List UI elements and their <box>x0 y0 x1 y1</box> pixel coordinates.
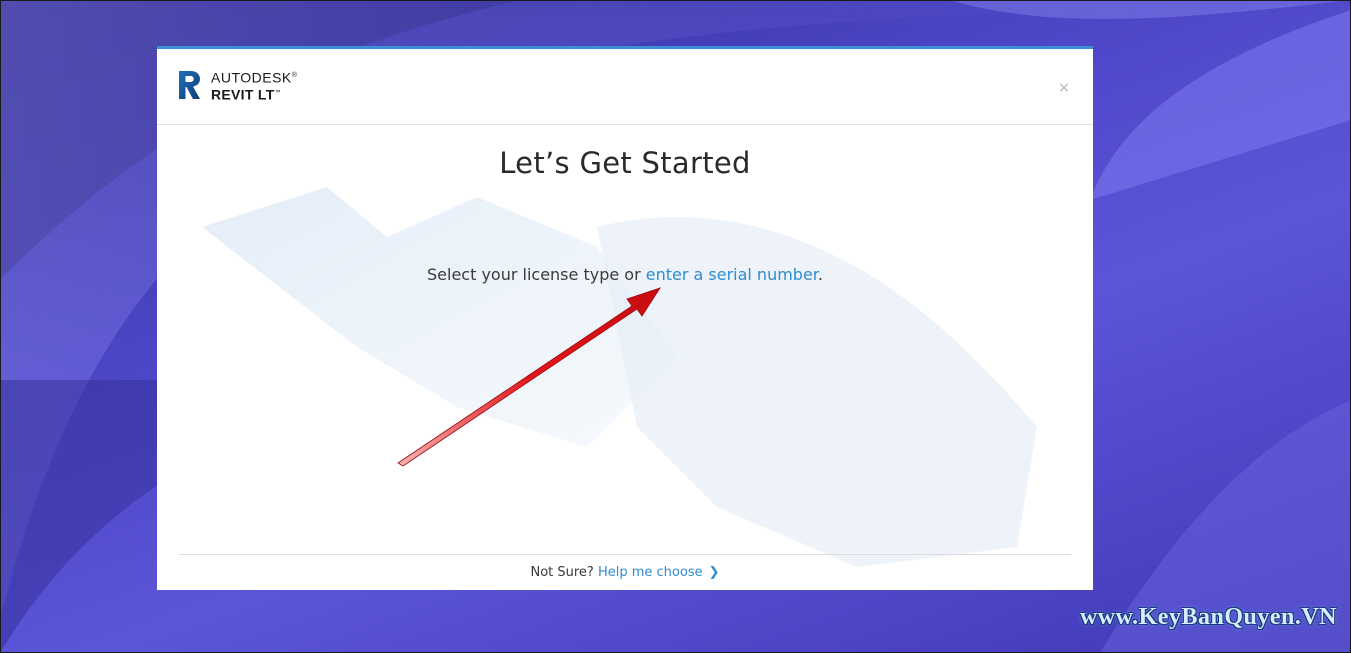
dialog-header: AUTODESK® REVIT LT™ × <box>157 49 1093 125</box>
dialog-footer: Not Sure? Help me choose ❯ <box>157 565 1093 580</box>
revit-r-logo-icon <box>179 71 200 100</box>
help-me-choose-link[interactable]: Help me choose ❯ <box>598 565 720 580</box>
prompt-end: . <box>817 265 823 284</box>
page-title: Let’s Get Started <box>499 146 751 180</box>
app-logo: AUTODESK® REVIT LT™ <box>177 68 297 102</box>
license-prompt: Select your license type or enter a seri… <box>157 265 1093 284</box>
footer-divider <box>179 554 1071 555</box>
brand-name: AUTODESK® <box>211 69 298 86</box>
product-name: REVIT LT™ <box>211 86 281 103</box>
not-sure-text: Not Sure? <box>530 565 598 580</box>
close-icon[interactable]: × <box>1057 81 1071 95</box>
license-dialog: AUTODESK® REVIT LT™ × Let’s Get Started … <box>157 46 1093 590</box>
enter-serial-number-link[interactable]: enter a serial number <box>646 265 818 284</box>
help-me-choose-label: Help me choose <box>597 565 703 580</box>
watermark-text: www.KeyBanQuyen.VN <box>1079 604 1337 630</box>
chevron-right-icon: ❯ <box>708 565 720 580</box>
dialog-background-art <box>202 187 1037 567</box>
prompt-text: Select your license type or <box>427 265 646 284</box>
